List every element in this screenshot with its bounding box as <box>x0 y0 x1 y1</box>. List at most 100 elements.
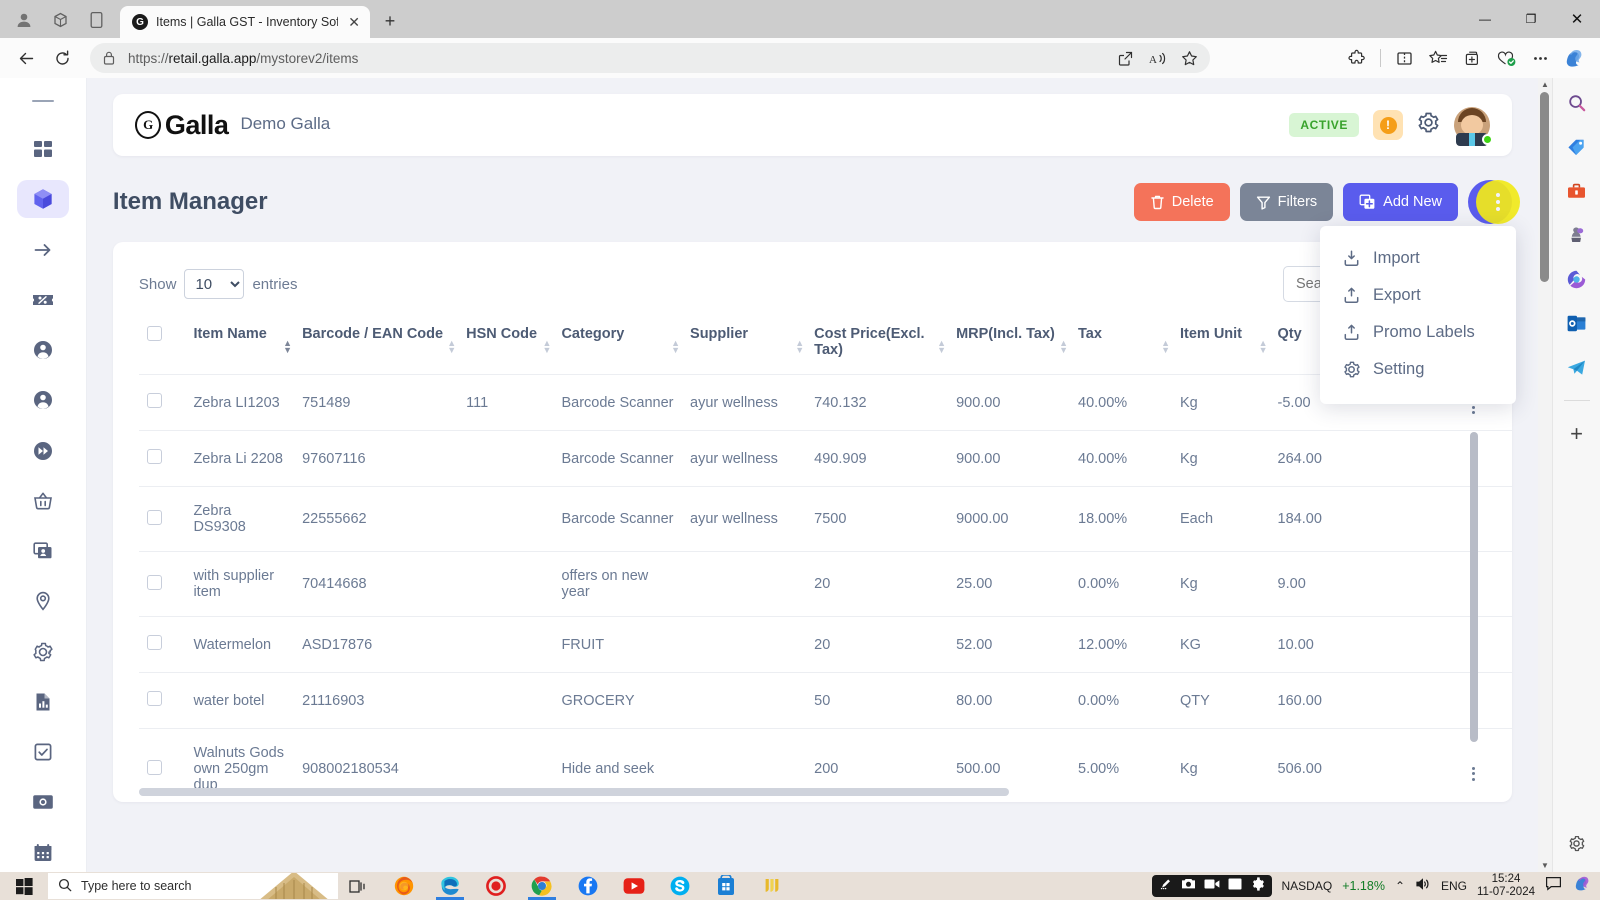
col-tax[interactable]: Tax ▲ ▼ <box>1070 316 1172 375</box>
col-mrp[interactable]: MRP(Incl. Tax) ▲ ▼ <box>948 316 1070 375</box>
firefox-icon[interactable] <box>384 872 424 900</box>
avatar[interactable] <box>1454 107 1493 146</box>
language-indicator[interactable]: ENG <box>1441 879 1467 893</box>
recorder-pen-icon[interactable] <box>1160 877 1173 895</box>
profile-icon[interactable] <box>14 10 34 30</box>
menu-item-promo-labels[interactable]: Promo Labels <box>1320 314 1516 351</box>
row-checkbox[interactable] <box>146 509 162 525</box>
browser-essentials-icon[interactable] <box>86 10 106 30</box>
table-row[interactable]: Zebra LI1203 751489 111 Barcode Scanner ayur… <box>138 374 1512 431</box>
minimize-button[interactable]: — <box>1462 0 1508 38</box>
shopping-tag-icon[interactable] <box>1562 132 1592 162</box>
row-checkbox[interactable] <box>146 691 162 706</box>
microsoft-365-icon[interactable] <box>1562 264 1592 294</box>
sidebar-item-payments[interactable] <box>17 783 69 821</box>
clock[interactable]: 15:24 11-07-2024 <box>1477 873 1535 899</box>
copilot-icon[interactable] <box>1558 42 1590 74</box>
star-favorite-icon[interactable] <box>1178 47 1200 69</box>
more-options-icon[interactable] <box>1524 42 1556 74</box>
volume-icon[interactable] <box>1415 877 1431 896</box>
search-icon[interactable] <box>1562 88 1592 118</box>
col-item-unit[interactable]: Item Unit ▲ ▼ <box>1172 316 1270 375</box>
sidebar-item-settings[interactable] <box>17 633 69 671</box>
browser-health-icon[interactable] <box>1490 42 1522 74</box>
scroll-thumb[interactable] <box>1540 92 1549 282</box>
taskbar-search[interactable]: Type here to search <box>48 873 338 899</box>
table-horizontal-scrollbar[interactable] <box>138 788 1512 796</box>
notification-icon[interactable] <box>1545 876 1562 896</box>
row-checkbox[interactable] <box>146 449 162 464</box>
record-icon[interactable] <box>476 872 516 900</box>
menu-item-export[interactable]: Export <box>1320 277 1516 314</box>
table-row[interactable]: water botel 21116903 GROCERY 50 80.00 0.00% QT… <box>138 672 1512 729</box>
tools-icon[interactable] <box>1562 176 1592 206</box>
open-in-app-icon[interactable] <box>1114 47 1136 69</box>
table-row[interactable]: Zebra Li 2208 97607116 Barcode Scanner ayur… <box>138 430 1512 487</box>
sidebar-item-offers[interactable] <box>17 281 69 319</box>
read-aloud-icon[interactable]: A <box>1146 47 1168 69</box>
sidebar-item-contacts[interactable] <box>17 532 69 570</box>
refresh-icon[interactable] <box>46 42 78 74</box>
table-row[interactable]: Zebra DS9308 22555662 Barcode Scanner ayur … <box>138 486 1512 552</box>
sidebar-item-transfer[interactable] <box>17 230 69 268</box>
telegram-icon[interactable] <box>1562 352 1592 382</box>
recorder-toolbar[interactable] <box>1151 875 1272 897</box>
col-cost-price[interactable]: Cost Price(Excl. Tax) ▲ ▼ <box>806 316 948 375</box>
recorder-camera-icon[interactable] <box>1181 877 1196 895</box>
youtube-icon[interactable] <box>614 872 654 900</box>
sidebar-item-dashboard[interactable] <box>17 130 69 168</box>
sidebar-item-fast-forward[interactable] <box>17 432 69 470</box>
col-category[interactable]: Category ▲ ▼ <box>553 316 682 375</box>
row-checkbox[interactable] <box>146 759 162 775</box>
app-icon[interactable] <box>752 872 792 900</box>
sidebar-item-customers[interactable] <box>17 331 69 369</box>
col-hsn[interactable]: HSN Code ▲ ▼ <box>458 316 553 375</box>
back-arrow-icon[interactable] <box>10 42 42 74</box>
row-checkbox[interactable] <box>146 574 162 590</box>
menu-item-import[interactable]: Import <box>1320 240 1516 277</box>
sidebar-collapse-handle[interactable] <box>31 100 54 102</box>
menu-item-setting[interactable]: Setting <box>1320 351 1516 388</box>
outlook-icon[interactable] <box>1562 308 1592 338</box>
scroll-down-arrow[interactable]: ▼ <box>1540 861 1550 870</box>
add-new-button[interactable]: Add New <box>1343 183 1458 221</box>
address-bar[interactable]: https://retail.galla.app/mystorev2/items… <box>90 43 1210 73</box>
split-screen-icon[interactable] <box>1388 42 1420 74</box>
add-sidebar-app-button[interactable]: + <box>1562 419 1592 449</box>
close-icon[interactable]: ✕ <box>346 14 362 31</box>
sidebar-settings-icon[interactable] <box>1562 828 1592 858</box>
col-barcode[interactable]: Barcode / EAN Code ▲ ▼ <box>294 316 458 375</box>
sidebar-item-basket[interactable] <box>17 482 69 520</box>
close-window-button[interactable]: ✕ <box>1554 0 1600 38</box>
table-row[interactable]: with supplier item 70414668 offers on new … <box>138 551 1512 617</box>
browser-tab[interactable]: G Items | Galla GST - Inventory Soft ✕ <box>120 6 370 38</box>
page-scrollbar[interactable]: ▲ ▼ <box>1538 78 1552 872</box>
stock-ticker-label[interactable]: NASDAQ <box>1282 879 1333 893</box>
new-tab-button[interactable]: + <box>376 7 404 35</box>
row-checkbox[interactable] <box>146 393 162 408</box>
sidebar-item-locations[interactable] <box>17 582 69 620</box>
sidebar-item-reports[interactable] <box>17 683 69 721</box>
add-collection-icon[interactable] <box>1456 42 1488 74</box>
stock-ticker-change[interactable]: +1.18% <box>1342 879 1385 893</box>
filters-button[interactable]: Filters <box>1239 183 1334 221</box>
table-vertical-scrollbar[interactable] <box>1470 432 1478 802</box>
microsoft-store-icon[interactable] <box>706 872 746 900</box>
maximize-button[interactable]: ❐ <box>1508 0 1554 38</box>
favorites-list-icon[interactable] <box>1422 42 1454 74</box>
start-button[interactable] <box>0 877 48 895</box>
recorder-settings-icon[interactable] <box>1250 876 1264 896</box>
row-checkbox[interactable] <box>146 635 162 650</box>
copilot-icon[interactable] <box>1572 874 1592 899</box>
taskview-icon[interactable] <box>338 879 378 894</box>
sidebar-item-suppliers[interactable] <box>17 381 69 419</box>
chrome-icon[interactable] <box>522 872 562 900</box>
sidebar-item-tasks[interactable] <box>17 733 69 771</box>
col-supplier[interactable]: Supplier ▲ ▼ <box>682 316 806 375</box>
skype-icon[interactable] <box>660 872 700 900</box>
table-row[interactable]: Watermelon ASD17876 FRUIT 20 52.00 12.00% KG 10… <box>138 616 1512 673</box>
sidebar-item-calendar[interactable] <box>17 834 69 872</box>
select-all-checkbox[interactable] <box>146 326 162 341</box>
extensions-puzzle-icon[interactable] <box>1341 42 1373 74</box>
warning-button[interactable]: ! <box>1373 110 1403 140</box>
